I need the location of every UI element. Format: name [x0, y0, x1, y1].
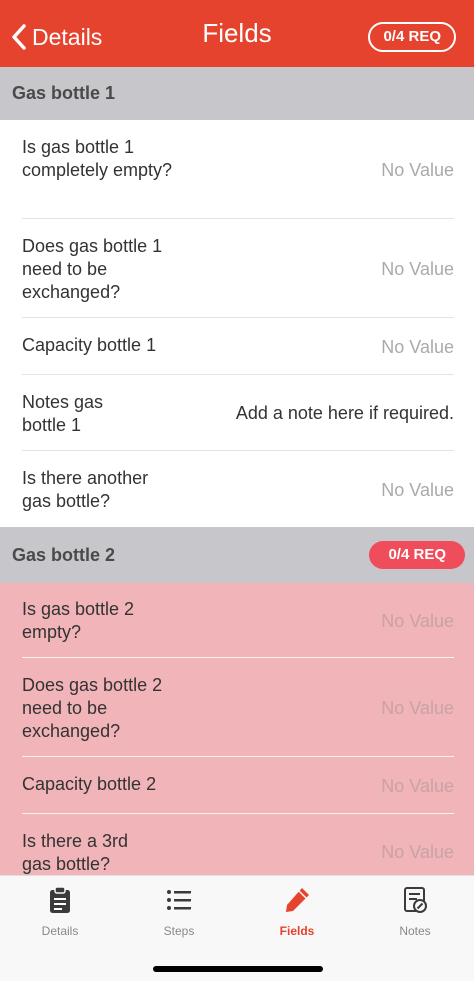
list-icon — [167, 890, 191, 910]
field-value: No Value — [381, 337, 454, 357]
field-label: Is there another gas bottle? — [22, 468, 149, 511]
field-value: No Value — [381, 698, 454, 718]
field-label: Does gas bottle 2 need to be exchanged? — [22, 675, 163, 741]
field-row[interactable]: Does gas bottle 1 need to be exchanged? … — [0, 219, 474, 318]
nav-header: Details Fields 0/4 REQ — [0, 0, 474, 67]
field-row[interactable]: Is gas bottle 2 empty? No Value — [0, 583, 474, 658]
field-value: Add a note here if required. — [235, 403, 454, 423]
tab-notes[interactable]: Notes — [356, 886, 474, 938]
home-indicator — [153, 966, 323, 972]
field-row[interactable]: Notes gas bottle 1 Add a note here if re… — [0, 375, 474, 451]
field-value: No Value — [381, 259, 454, 279]
field-label: Does gas bottle 1 need to be exchanged? — [22, 236, 163, 302]
field-label: Is there a 3rd gas bottle? — [22, 831, 129, 874]
field-row[interactable]: Does gas bottle 2 need to be exchanged? … — [0, 658, 474, 757]
field-value: No Value — [381, 160, 454, 180]
field-value: No Value — [381, 611, 454, 631]
tab-label: Fields — [279, 924, 315, 938]
field-row[interactable]: Capacity bottle 1 No Value — [0, 318, 474, 375]
field-value: No Value — [381, 480, 454, 500]
field-row[interactable]: Is there a 3rd gas bottle? No Value — [0, 814, 474, 875]
tab-label: Steps — [163, 924, 195, 938]
clipboard-icon — [50, 886, 70, 913]
required-count-badge: 0/4 REQ — [369, 541, 465, 569]
field-value: No Value — [381, 842, 454, 862]
section-header-gas-bottle-1: Gas bottle 1 — [0, 67, 474, 120]
field-row[interactable]: Is there another gas bottle? No Value — [0, 451, 474, 527]
field-label: Is gas bottle 2 empty? — [22, 599, 135, 642]
section-title: Gas bottle 1 — [12, 83, 116, 103]
field-label: Notes gas bottle 1 — [22, 392, 104, 435]
field-row[interactable]: Capacity bottle 2 No Value — [0, 757, 474, 814]
pencil-icon — [286, 888, 309, 912]
field-label: Is gas bottle 1 completely empty? — [22, 137, 173, 180]
section-header-gas-bottle-2: Gas bottle 2 0/4 REQ — [0, 527, 474, 583]
tab-fields[interactable]: Fields — [238, 886, 356, 938]
tab-steps[interactable]: Steps — [120, 886, 238, 938]
section-title: Gas bottle 2 — [12, 544, 116, 565]
notes-icon — [404, 887, 427, 913]
field-label: Capacity bottle 2 — [22, 774, 157, 794]
field-value: No Value — [381, 776, 454, 796]
tab-label: Notes — [399, 924, 431, 938]
tab-details[interactable]: Details — [1, 886, 119, 938]
tab-label: Details — [41, 924, 79, 938]
required-count-badge[interactable]: 0/4 REQ — [368, 22, 456, 52]
field-row[interactable]: Is gas bottle 1 completely empty? No Val… — [0, 120, 474, 219]
field-list-gas-bottle-2: Is gas bottle 2 empty? No Value Does gas… — [0, 583, 474, 875]
field-label: Capacity bottle 1 — [22, 335, 157, 355]
field-list-gas-bottle-1: Is gas bottle 1 completely empty? No Val… — [0, 120, 474, 527]
